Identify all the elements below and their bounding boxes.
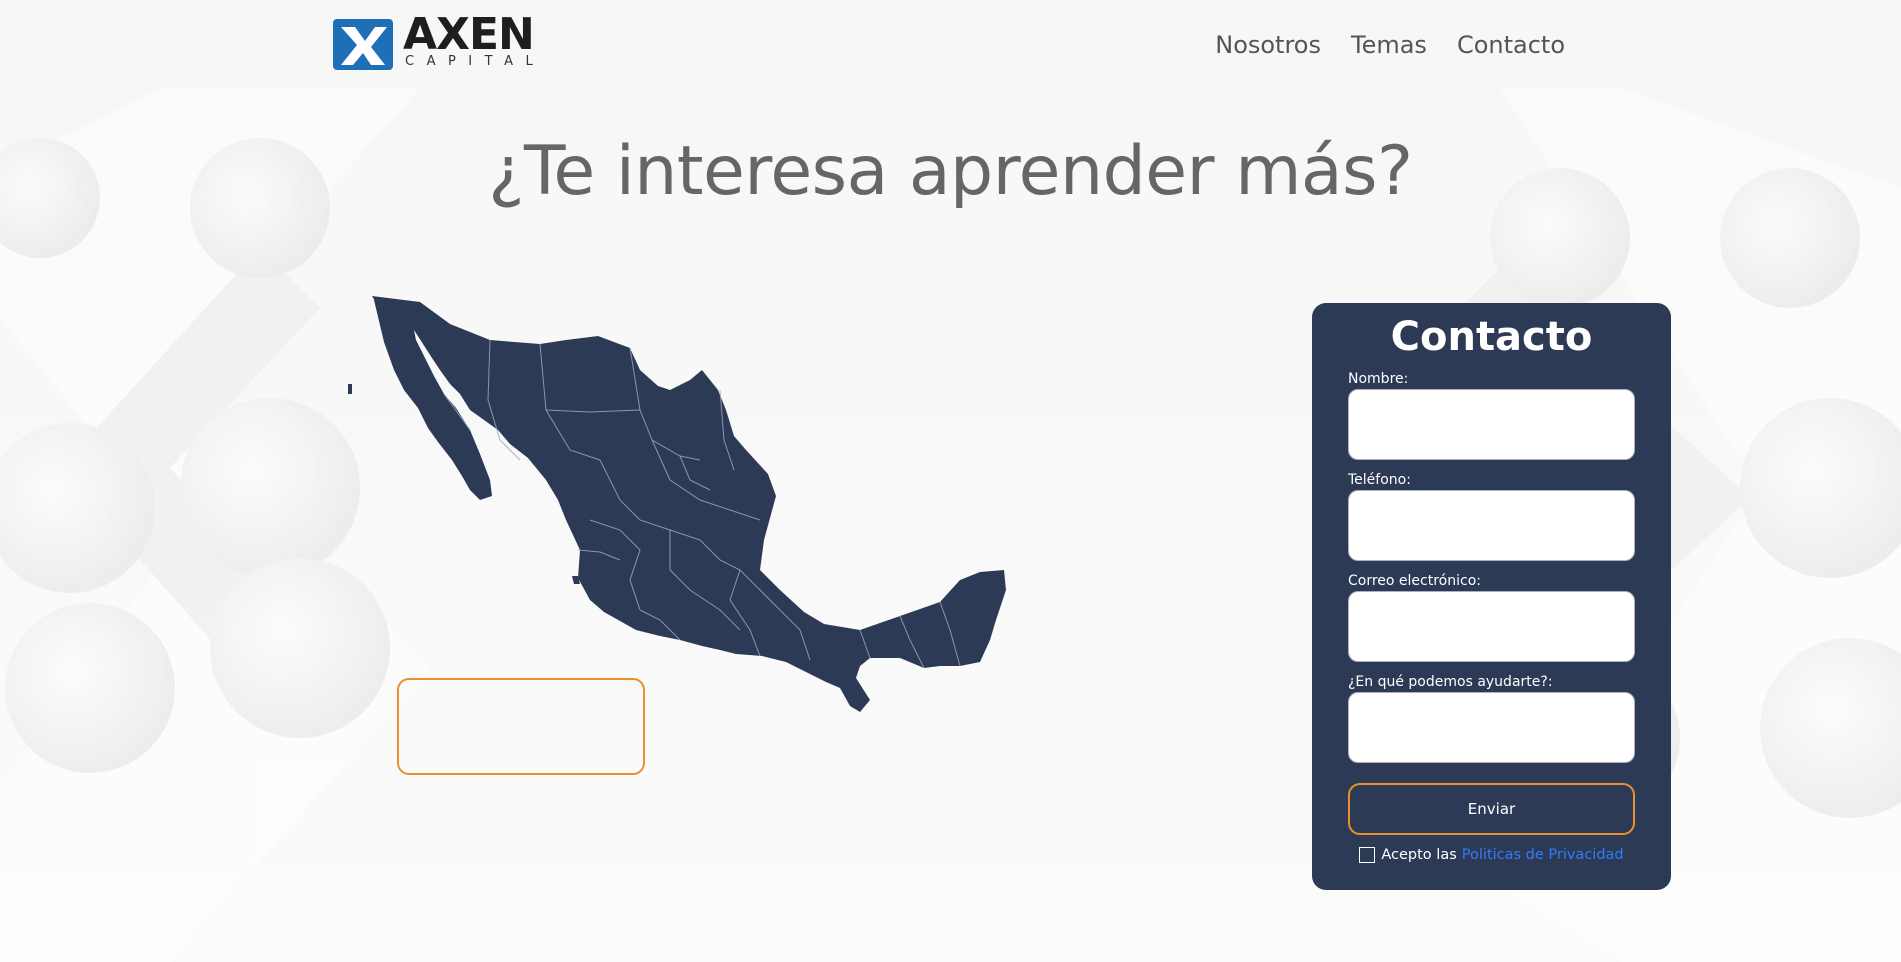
brand-subtitle: CAPITAL — [405, 54, 546, 69]
form-title: Contacto — [1390, 314, 1593, 360]
message-field[interactable] — [1348, 692, 1635, 763]
consent-checkbox[interactable] — [1359, 847, 1376, 863]
phone-field[interactable] — [1348, 490, 1635, 561]
nav-item-contacto[interactable]: Contacto — [1457, 28, 1565, 62]
map-info-box — [397, 678, 645, 775]
nav-item-nosotros[interactable]: Nosotros — [1215, 28, 1321, 62]
consent-text: Acepto las — [1381, 847, 1457, 863]
name-field[interactable] — [1348, 389, 1635, 460]
name-label: Nombre: — [1348, 371, 1409, 387]
submit-button[interactable]: Enviar — [1348, 783, 1635, 835]
message-label: ¿En qué podemos ayudarte?: — [1348, 674, 1553, 690]
brand-logo[interactable]: AXEN CAPITAL — [333, 13, 538, 73]
page-title: ¿Te interesa aprender más? — [488, 132, 1413, 211]
contact-form: Contacto Nombre: Teléfono: Correo electr… — [1312, 303, 1671, 890]
email-label: Correo electrónico: — [1348, 573, 1481, 589]
privacy-policy-link[interactable]: Politicas de Privacidad — [1462, 847, 1624, 863]
phone-label: Teléfono: — [1348, 472, 1411, 488]
site-header: AXEN CAPITAL Nosotros Temas Contacto — [0, 0, 1901, 88]
privacy-consent: Acepto las Politicas de Privacidad — [1348, 847, 1635, 863]
brand-name: AXEN — [403, 9, 535, 60]
axen-logo-icon — [333, 19, 393, 70]
main-nav: Nosotros Temas Contacto — [1215, 28, 1565, 62]
nav-item-temas[interactable]: Temas — [1351, 28, 1427, 62]
email-field[interactable] — [1348, 591, 1635, 662]
